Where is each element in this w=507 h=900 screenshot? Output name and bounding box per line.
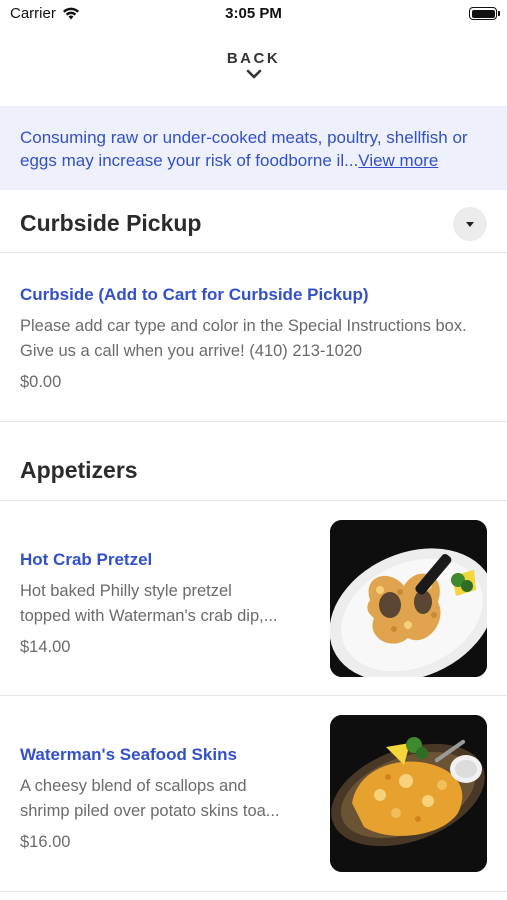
menu-item-curbside[interactable]: Curbside (Add to Cart for Curbside Picku… xyxy=(0,253,507,422)
item-description-line: Hot baked Philly style pretzel xyxy=(20,582,232,600)
view-more-link[interactable]: View more xyxy=(358,151,438,170)
section-title: Curbside Pickup xyxy=(20,210,202,236)
status-bar: Carrier 3:05 PM xyxy=(0,0,507,28)
item-name: Waterman's Seafood Skins xyxy=(20,745,237,764)
crab-pretzel-photo xyxy=(330,520,487,677)
back-button[interactable]: BACK xyxy=(0,50,507,79)
section-title: Appetizers xyxy=(20,457,138,483)
back-label: BACK xyxy=(226,50,281,67)
item-description: Please add car type and color in the Spe… xyxy=(20,317,467,360)
item-description: Hot baked Philly style pretzel topped wi… xyxy=(20,579,310,629)
seafood-skins-photo xyxy=(330,715,487,872)
item-photo xyxy=(330,520,487,677)
item-description: A cheesy blend of scallops and shrimp pi… xyxy=(20,774,310,824)
item-price: $0.00 xyxy=(20,373,62,391)
menu-item-hot-crab-pretzel[interactable]: Hot Crab Pretzel Hot baked Philly style … xyxy=(0,501,507,696)
status-time: 3:05 PM xyxy=(225,5,282,22)
category-dropdown-button[interactable] xyxy=(453,207,487,241)
battery-icon xyxy=(469,7,500,20)
item-name: Curbside (Add to Cart for Curbside Picku… xyxy=(20,285,369,304)
menu-item-seafood-skins[interactable]: Waterman's Seafood Skins A cheesy blend … xyxy=(0,696,507,892)
section-header-curbside[interactable]: Curbside Pickup xyxy=(0,190,507,253)
item-name: Hot Crab Pretzel xyxy=(20,550,153,569)
section-header-appetizers: Appetizers xyxy=(0,422,507,501)
warning-text-block: Consuming raw or under-cooked meats, pou… xyxy=(20,126,487,172)
item-price: $16.00 xyxy=(20,833,71,851)
item-description-line: shrimp piled over potato skins toa... xyxy=(20,802,280,820)
caret-down-icon xyxy=(466,221,474,227)
item-price: $14.00 xyxy=(20,638,71,656)
food-safety-banner: Consuming raw or under-cooked meats, pou… xyxy=(0,106,507,190)
item-description-line: A cheesy blend of scallops and xyxy=(20,777,247,795)
item-photo xyxy=(330,715,487,872)
chevron-down-icon xyxy=(246,69,261,79)
item-description-line: topped with Waterman's crab dip,... xyxy=(20,607,278,625)
